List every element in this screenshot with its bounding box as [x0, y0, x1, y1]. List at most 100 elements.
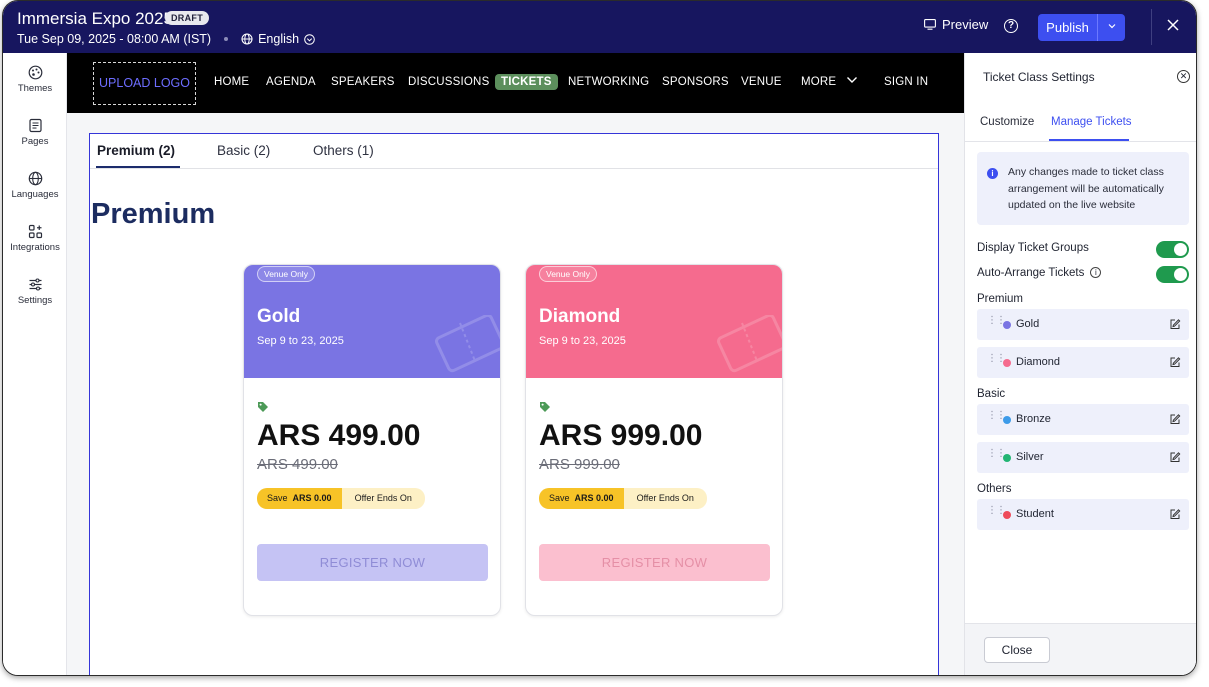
- section-title: Premium: [91, 198, 216, 230]
- pages-icon: [28, 118, 42, 133]
- color-dot: [1003, 416, 1011, 424]
- upload-logo-button[interactable]: UPLOAD LOGO: [93, 62, 196, 105]
- ticket-row-name: Gold: [1016, 318, 1040, 330]
- register-now-button[interactable]: REGISTER NOW: [539, 544, 770, 581]
- tab-premium[interactable]: Premium (2): [97, 143, 175, 158]
- info-icon[interactable]: i: [1090, 267, 1102, 278]
- price-tag-icon: [540, 402, 550, 412]
- rail-label: Integrations: [10, 242, 60, 253]
- ticket-group-tabs: Premium (2) Basic (2) Others (1): [90, 134, 938, 169]
- app-window: Immersia Expo 2025 DRAFT Tue Sep 09, 202…: [2, 0, 1197, 676]
- auto-arrange-tickets-row: Auto-Arrange Tickets i: [977, 266, 1189, 284]
- close-button[interactable]: Close: [984, 637, 1050, 663]
- ticket-row-bronze[interactable]: ⋮⋮ Bronze: [977, 404, 1189, 435]
- toggle-label: Display Ticket Groups: [977, 242, 1089, 254]
- event-meta: Tue Sep 09, 2025 - 08:00 AM (IST) Englis…: [17, 32, 315, 46]
- ticket-row-name: Silver: [1016, 451, 1044, 463]
- chevron-down-circle-icon: [304, 33, 315, 45]
- publish-button[interactable]: Publish: [1038, 14, 1125, 41]
- sliders-icon: [29, 278, 41, 291]
- nav-home[interactable]: HOME: [214, 76, 249, 88]
- ticket-row-gold[interactable]: ⋮⋮ Gold: [977, 309, 1189, 340]
- language-selector[interactable]: English: [241, 32, 315, 46]
- tab-basic[interactable]: Basic (2): [217, 143, 270, 158]
- nav-venue[interactable]: VENUE: [741, 76, 782, 88]
- nav-agenda[interactable]: AGENDA: [266, 76, 316, 88]
- nav-speakers[interactable]: SPEAKERS: [331, 76, 395, 88]
- nav-sponsors[interactable]: SPONSORS: [662, 76, 729, 88]
- offer-ends-label: Offer Ends On: [341, 488, 425, 509]
- tab-others[interactable]: Others (1): [313, 143, 374, 158]
- ticket-row-silver[interactable]: ⋮⋮ Silver: [977, 442, 1189, 473]
- chevron-down-icon: [846, 77, 857, 83]
- topbar-divider: [1151, 9, 1152, 45]
- color-dot: [1003, 321, 1011, 329]
- ticket-dates: Sep 9 to 23, 2025: [539, 335, 626, 347]
- save-text: Save: [549, 493, 570, 503]
- nav-more-label: MORE: [801, 76, 837, 88]
- nav-more[interactable]: MORE: [801, 76, 858, 88]
- offer-ends-label: Offer Ends On: [623, 488, 707, 509]
- ticket-class-settings-panel: Ticket Class Settings ✕ Customize Manage…: [964, 53, 1196, 675]
- top-bar: Immersia Expo 2025 DRAFT Tue Sep 09, 202…: [3, 1, 1196, 53]
- globe-icon: [241, 33, 253, 45]
- save-amount: Save ARS 0.00: [539, 488, 624, 509]
- tab-manage-tickets[interactable]: Manage Tickets: [1051, 116, 1132, 128]
- savings-pill: Save ARS 0.00 Offer Ends On: [539, 488, 707, 509]
- event-title: Immersia Expo 2025: [17, 9, 173, 28]
- close-icon[interactable]: [1166, 14, 1180, 38]
- rail-item-pages[interactable]: Pages: [3, 118, 67, 147]
- ticket-card-diamond: Venue Only Diamond Sep 9 to 23, 2025 ARS…: [525, 264, 783, 616]
- nav-tickets[interactable]: TICKETS: [495, 74, 558, 90]
- panel-footer: Close: [965, 623, 1196, 675]
- savings-pill: Save ARS 0.00 Offer Ends On: [257, 488, 425, 509]
- edit-icon[interactable]: [1169, 356, 1181, 368]
- nav-discussions[interactable]: DISCUSSIONS: [408, 76, 489, 88]
- rail-item-languages[interactable]: Languages: [3, 171, 67, 200]
- card-header: Venue Only Gold Sep 9 to 23, 2025: [244, 265, 500, 378]
- ticket-price: ARS 999.00: [539, 419, 703, 452]
- publish-label[interactable]: Publish: [1038, 14, 1098, 41]
- nav-sign-in[interactable]: SIGN IN: [884, 76, 928, 88]
- site-canvas: UPLOAD LOGO HOME AGENDA SPEAKERS DISCUSS…: [67, 53, 964, 675]
- display-ticket-groups-toggle[interactable]: [1156, 241, 1189, 258]
- help-icon[interactable]: ?: [1004, 19, 1018, 33]
- ticket-row-student[interactable]: ⋮⋮ Student: [977, 499, 1189, 530]
- group-label-basic: Basic: [977, 388, 1006, 400]
- preview-label: Preview: [942, 17, 989, 32]
- ticket-old-price: ARS 499.00: [257, 456, 338, 473]
- ticket-row-name: Bronze: [1016, 413, 1051, 425]
- edit-icon[interactable]: [1169, 508, 1181, 520]
- rail-item-integrations[interactable]: Integrations: [3, 224, 67, 253]
- card-header: Venue Only Diamond Sep 9 to 23, 2025: [526, 265, 782, 378]
- edit-icon[interactable]: [1169, 413, 1181, 425]
- preview-button[interactable]: Preview: [924, 17, 988, 32]
- rail-item-settings[interactable]: Settings: [3, 277, 67, 306]
- site-navbar: UPLOAD LOGO HOME AGENDA SPEAKERS DISCUSS…: [67, 53, 964, 113]
- ticket-row-diamond[interactable]: ⋮⋮ Diamond: [977, 347, 1189, 378]
- language-label: English: [258, 32, 300, 46]
- edit-icon[interactable]: [1169, 318, 1181, 330]
- publish-dropdown-chevron-icon[interactable]: [1098, 14, 1125, 41]
- auto-arrange-tickets-toggle[interactable]: [1156, 266, 1189, 283]
- ticket-watermark-icon: [435, 315, 500, 373]
- register-now-button[interactable]: REGISTER NOW: [257, 544, 488, 581]
- group-label-others: Others: [977, 483, 1012, 495]
- rail-label: Languages: [11, 189, 59, 200]
- separator-dot: [224, 37, 229, 41]
- toggle-label-wrap: Auto-Arrange Tickets i: [977, 267, 1102, 279]
- ticket-price: ARS 499.00: [257, 419, 421, 452]
- tickets-section[interactable]: Premium (2) Basic (2) Others (1) Premium…: [89, 133, 939, 675]
- rail-label: Settings: [17, 295, 53, 306]
- ticket-row-name: Diamond: [1016, 356, 1061, 368]
- close-circle-icon[interactable]: ✕: [1177, 70, 1190, 83]
- color-dot: [1003, 454, 1011, 462]
- ticket-dates: Sep 9 to 23, 2025: [257, 335, 344, 347]
- save-value: ARS 0.00: [292, 493, 332, 503]
- edit-icon[interactable]: [1169, 451, 1181, 463]
- rail-item-themes[interactable]: Themes: [3, 65, 67, 94]
- event-datetime: Tue Sep 09, 2025 - 08:00 AM (IST): [17, 32, 212, 46]
- ticket-row-name: Student: [1016, 508, 1054, 520]
- tab-customize[interactable]: Customize: [980, 116, 1034, 128]
- nav-networking[interactable]: NETWORKING: [568, 76, 649, 88]
